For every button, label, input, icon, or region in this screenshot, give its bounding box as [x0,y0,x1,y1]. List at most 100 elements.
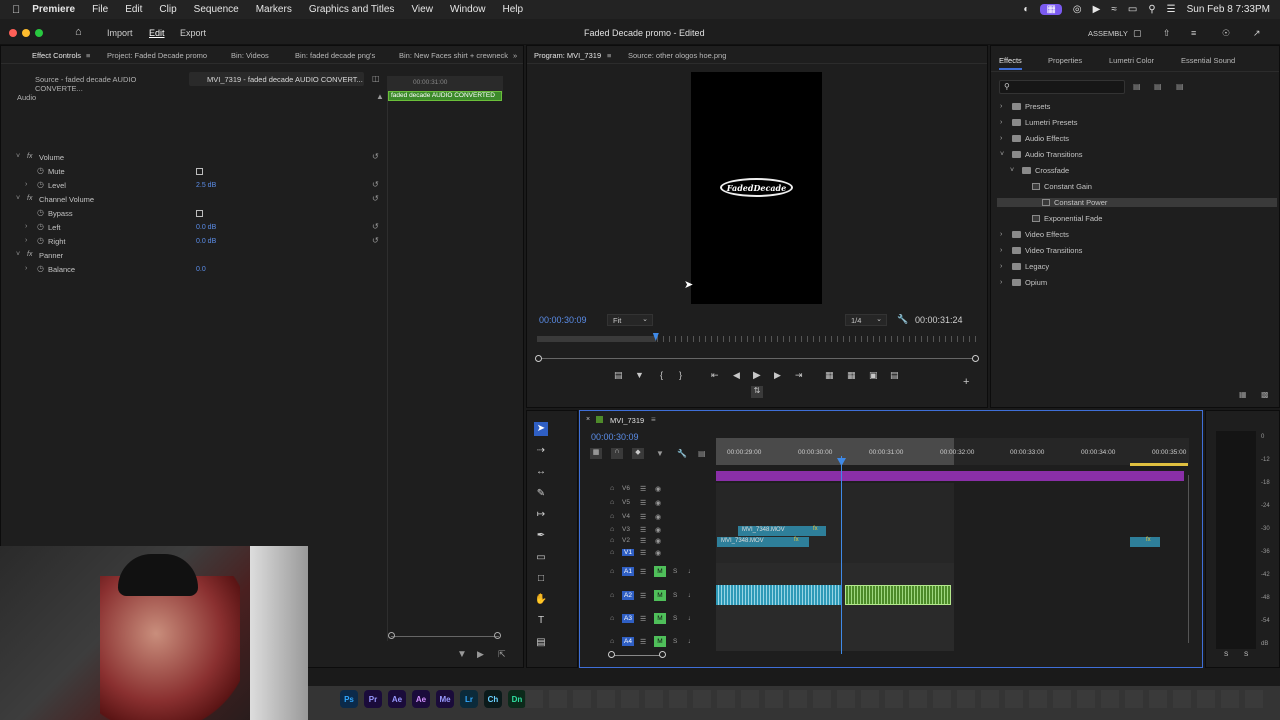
tab-bin-videos[interactable]: Bin: Videos [231,51,269,60]
mute-button[interactable]: M [654,590,666,601]
tab-effects[interactable]: Effects [999,56,1022,70]
program-zoom-right[interactable] [972,355,979,362]
sync-lock-icon[interactable]: ☰ [640,638,646,646]
type-icon[interactable]: T [534,614,548,628]
effects-search-input[interactable]: ⚲ [999,80,1125,94]
trim-icon[interactable]: ⇅ [751,386,763,398]
dock-app-icon[interactable]: Ae [388,690,406,708]
menu-graphics[interactable]: Graphics and Titles [309,4,395,15]
solo-button[interactable]: S [673,638,677,645]
dock-app-icon[interactable]: Ae [412,690,430,708]
nest-icon[interactable]: ▦ [590,448,602,459]
sequence-selector[interactable]: MVI_7319 - faded decade AUDIO CONVERT... [189,72,364,86]
chevron-icon[interactable]: › [25,237,27,244]
chevron-icon[interactable]: ˅ [16,153,20,160]
tabs-overflow-icon[interactable]: » [513,51,517,60]
tab-program[interactable]: Program: MVI_7319 [534,51,601,60]
mute-button[interactable]: M [654,636,666,647]
sync-lock-icon[interactable]: ☰ [640,526,646,534]
ec-row[interactable]: › ◷ Left 0.0 dB ↺ [1,222,387,235]
ec-row-value[interactable]: 0.0 dB [196,224,216,231]
effects-tree-item[interactable]: › Opium [1000,278,1047,287]
program-menu-icon[interactable]: ≡ [607,51,611,60]
track-lock-icon[interactable]: ⌂ [610,568,614,575]
a2-clip-selected[interactable] [845,585,951,605]
mic-icon[interactable]: ♩ [688,615,695,622]
timeline-close-icon[interactable]: × [586,416,590,423]
yuv-icon[interactable]: ▤ [1176,82,1184,91]
ec-row[interactable]: ◷ Bypass [1,208,387,221]
mic-icon[interactable]: ♩ [688,592,695,599]
sync-lock-icon[interactable]: ☰ [640,592,646,600]
track-lock-icon[interactable]: ⌂ [610,615,614,622]
solo-button[interactable]: S [673,615,677,622]
reset-icon[interactable]: ↺ [372,180,379,189]
stopwatch-icon[interactable]: ◷ [37,180,44,189]
ec-row[interactable]: › ◷ Level 2.5 dB ↺ [1,180,387,193]
mark-out-icon[interactable]: } [679,370,682,380]
program-zoom-left[interactable] [535,355,542,362]
vr-icon[interactable]: ▤ [890,370,899,381]
track-label[interactable]: A1 [622,567,634,576]
timeline-menu-icon[interactable]: ≡ [651,415,656,424]
go-to-out-icon[interactable]: ⇥ [795,370,803,381]
32bit-icon[interactable]: ▤ [1154,82,1162,91]
track-lock-icon[interactable]: ⌂ [610,549,614,556]
export-frame-icon[interactable]: ⇱ [498,649,506,660]
program-video-frame[interactable]: FadedDecade [691,72,822,304]
new-bin-icon[interactable]: ▦ [1239,390,1247,399]
battery-icon[interactable]: ▭ [1128,4,1137,15]
status-icon[interactable]: ◐ [1023,4,1029,15]
reset-icon[interactable]: ↺ [372,194,379,203]
reset-icon[interactable]: ↺ [372,236,379,245]
effects-tree-item[interactable]: Constant Power [997,198,1277,207]
search-icon[interactable]: ⚲ [1148,4,1155,15]
chevron-right-icon[interactable]: › [1000,135,1008,142]
mute-button[interactable]: M [654,566,666,577]
pen-icon[interactable]: ✒ [534,529,548,543]
tab-project[interactable]: Project: Faded Decade promo [107,51,207,60]
slip-icon[interactable]: ↦ [534,508,548,522]
dock-app-icon[interactable]: Dn [508,690,526,708]
ec-row[interactable]: ˅ fx Panner [1,250,387,263]
stopwatch-icon[interactable]: ◷ [37,166,44,175]
edit-tab[interactable]: Edit [149,28,165,38]
stopwatch-icon[interactable]: ◷ [37,264,44,273]
track-label[interactable]: V3 [622,526,630,533]
track-lock-icon[interactable]: ⌂ [610,526,614,533]
linked-select-icon[interactable]: ◆ [632,448,644,459]
effects-tree-item[interactable]: › Legacy [1000,262,1049,271]
timeline-vscroll[interactable] [1188,475,1189,643]
stopwatch-icon[interactable]: ◷ [37,236,44,245]
caption-icon[interactable]: ▤ [534,636,548,650]
accelerated-icon[interactable]: ▤ [1133,82,1141,91]
dock-app-icon[interactable]: Lr [460,690,478,708]
tab-effect-controls[interactable]: Effect Controls [32,51,81,60]
home-icon[interactable]: ⌂ [75,26,82,38]
scroll-up-icon[interactable]: ▲ [376,92,384,101]
menu-sequence[interactable]: Sequence [194,4,239,15]
dock-app-icon[interactable]: Ch [484,690,502,708]
menu-clip[interactable]: Clip [159,4,176,15]
track-label[interactable]: V4 [622,513,630,520]
chevron-icon[interactable]: › [25,181,27,188]
app-menu[interactable]: Premiere [32,4,75,15]
work-area-bar[interactable] [1130,463,1188,466]
insert-icon[interactable]: ▦ [825,370,834,381]
reset-icon[interactable]: ↺ [372,222,379,231]
eye-icon[interactable]: ◉ [655,537,661,545]
timeline-hscroll[interactable] [612,655,664,656]
apple-icon[interactable]:  [12,4,20,16]
track-label[interactable]: A2 [622,591,634,600]
zoom-select-icon[interactable]: □ [534,572,548,586]
minimize-button[interactable] [22,29,30,37]
razor-icon[interactable]: ✎ [534,487,548,501]
progress-icon[interactable]: ≡ [1191,28,1196,38]
tab-essential-sound[interactable]: Essential Sound [1181,56,1235,65]
eye-icon[interactable]: ◉ [655,513,661,521]
ec-row[interactable]: › ◷ Right 0.0 dB ↺ [1,236,387,249]
tab-lumetri-color[interactable]: Lumetri Color [1109,56,1154,65]
menu-view[interactable]: View [411,4,433,15]
sequence-expand-icon[interactable]: ◫ [372,74,380,83]
workspaces-icon[interactable]: ▢ [1133,28,1142,39]
